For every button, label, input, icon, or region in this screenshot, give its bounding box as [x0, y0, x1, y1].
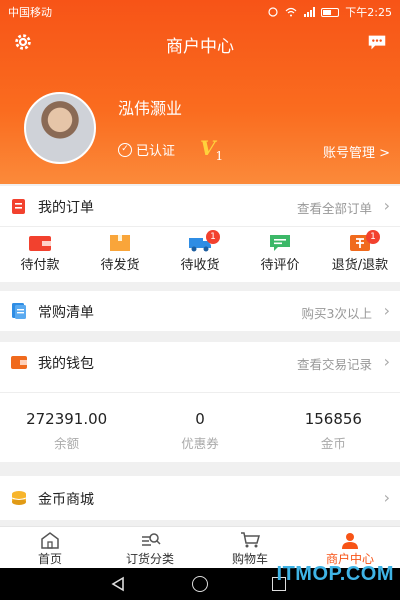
chevron-right-icon: › [383, 352, 390, 371]
wallet-label: 我的钱包 [38, 356, 94, 372]
order-item-label: 待收货 [180, 258, 220, 273]
certified-status: ✓ 已认证 [118, 140, 175, 159]
wifi-icon [285, 7, 297, 17]
wallet-icon [29, 236, 51, 251]
tab-home[interactable]: 首页 [0, 527, 100, 568]
status-time: 下午2:25 [345, 6, 392, 19]
title-bar: 商户中心 [0, 24, 400, 60]
tab-merchant-center[interactable]: 商户中心 [300, 527, 400, 568]
category-search-icon [142, 533, 161, 546]
certified-label: 已认证 [136, 144, 176, 159]
message-icon[interactable] [366, 31, 388, 53]
vip-badge: V1 [200, 136, 223, 163]
wallet-stats: 272391.00 余额 0 优惠券 156856 金币 [0, 392, 400, 462]
vip-level: 1 [215, 149, 224, 163]
page-title: 商户中心 [166, 37, 234, 57]
stat-label: 余额 [54, 436, 80, 451]
stat-label: 优惠券 [181, 436, 219, 451]
view-records-link[interactable]: 查看交易记录 [297, 354, 372, 373]
tab-label: 订货分类 [125, 552, 174, 566]
shop-name: 泓伟灏业 [118, 99, 183, 118]
comment-icon [270, 235, 290, 251]
coupon-stat[interactable]: 0 优惠券 [133, 392, 266, 462]
coin-stack-icon [11, 491, 27, 505]
chevron-right-icon: › [383, 301, 390, 320]
wallet-header[interactable]: 我的钱包 查看交易记录 › [0, 342, 400, 382]
order-pending-payment[interactable]: 待付款 [0, 226, 80, 280]
status-icons: 下午2:25 [267, 4, 392, 20]
tab-cart[interactable]: 购物车 [200, 527, 300, 568]
frequent-list-label: 常购清单 [38, 305, 94, 321]
view-all-orders-link[interactable]: 查看全部订单 [297, 198, 372, 217]
cart-icon [241, 532, 260, 548]
order-item-label: 待付款 [20, 258, 60, 273]
account-manage-link[interactable]: 账号管理 > [323, 142, 390, 161]
order-item-label: 待评价 [260, 258, 300, 273]
battery-icon [321, 7, 340, 17]
order-pending-shipment[interactable]: 待发货 [80, 226, 160, 280]
order-pending-review[interactable]: 待评价 [240, 226, 320, 280]
watermark: ITMOP.COM [276, 563, 394, 585]
check-circle-icon: ✓ [118, 142, 132, 157]
status-bar: 中国移动 下午2:25 [0, 0, 400, 22]
home-circle-icon[interactable] [192, 576, 208, 592]
alarm-icon [268, 7, 278, 17]
stat-label: 金币 [320, 436, 346, 451]
order-refund[interactable]: 1 退货/退款 [320, 226, 400, 280]
order-item-label: 待发货 [100, 258, 140, 273]
stat-value: 0 [195, 410, 205, 428]
order-pending-receipt[interactable]: 1 待收货 [160, 226, 240, 280]
tab-label: 购物车 [231, 552, 268, 566]
vip-mark: V [200, 136, 216, 160]
stat-value: 156856 [304, 410, 362, 428]
avatar[interactable] [24, 92, 96, 164]
badge-count: 1 [366, 230, 380, 244]
frequent-list-row[interactable]: 常购清单 购买3次以上 › [0, 291, 400, 331]
tab-bar: 首页 订货分类 购物车 商户中心 [0, 526, 400, 568]
home-icon [41, 532, 59, 549]
orders-header[interactable]: 我的订单 查看全部订单 › [0, 186, 400, 226]
tab-label: 首页 [37, 552, 62, 566]
chevron-right-icon: › [383, 196, 390, 215]
user-icon [342, 533, 358, 549]
tab-category[interactable]: 订货分类 [100, 527, 200, 568]
signal-icon [304, 7, 316, 17]
balance-stat[interactable]: 272391.00 余额 [0, 392, 133, 462]
coin-stat[interactable]: 156856 金币 [267, 392, 400, 462]
wallet-icon [11, 356, 27, 369]
order-item-label: 退货/退款 [331, 258, 389, 273]
coin-mall-label: 金币商城 [38, 492, 94, 508]
list-document-icon [12, 303, 26, 319]
carrier-label: 中国移动 [8, 6, 52, 19]
coin-mall-row[interactable]: 金币商城 › [0, 478, 400, 518]
chevron-right-icon: › [383, 488, 390, 507]
box-icon [110, 235, 130, 251]
orders-label: 我的订单 [38, 200, 94, 216]
frequent-list-hint: 购买3次以上 [301, 306, 372, 321]
order-status-row: 待付款 待发货 1 待收货 待评价 1 退货/退款 [0, 226, 400, 280]
back-triangle-icon[interactable] [110, 576, 126, 592]
stat-value: 272391.00 [26, 410, 108, 428]
badge-count: 1 [206, 230, 220, 244]
order-clipboard-icon [12, 199, 25, 214]
header: 中国移动 下午2:25 商户中心 泓伟灏业 ✓ 已认证 V1 账号管理 > [0, 0, 400, 184]
